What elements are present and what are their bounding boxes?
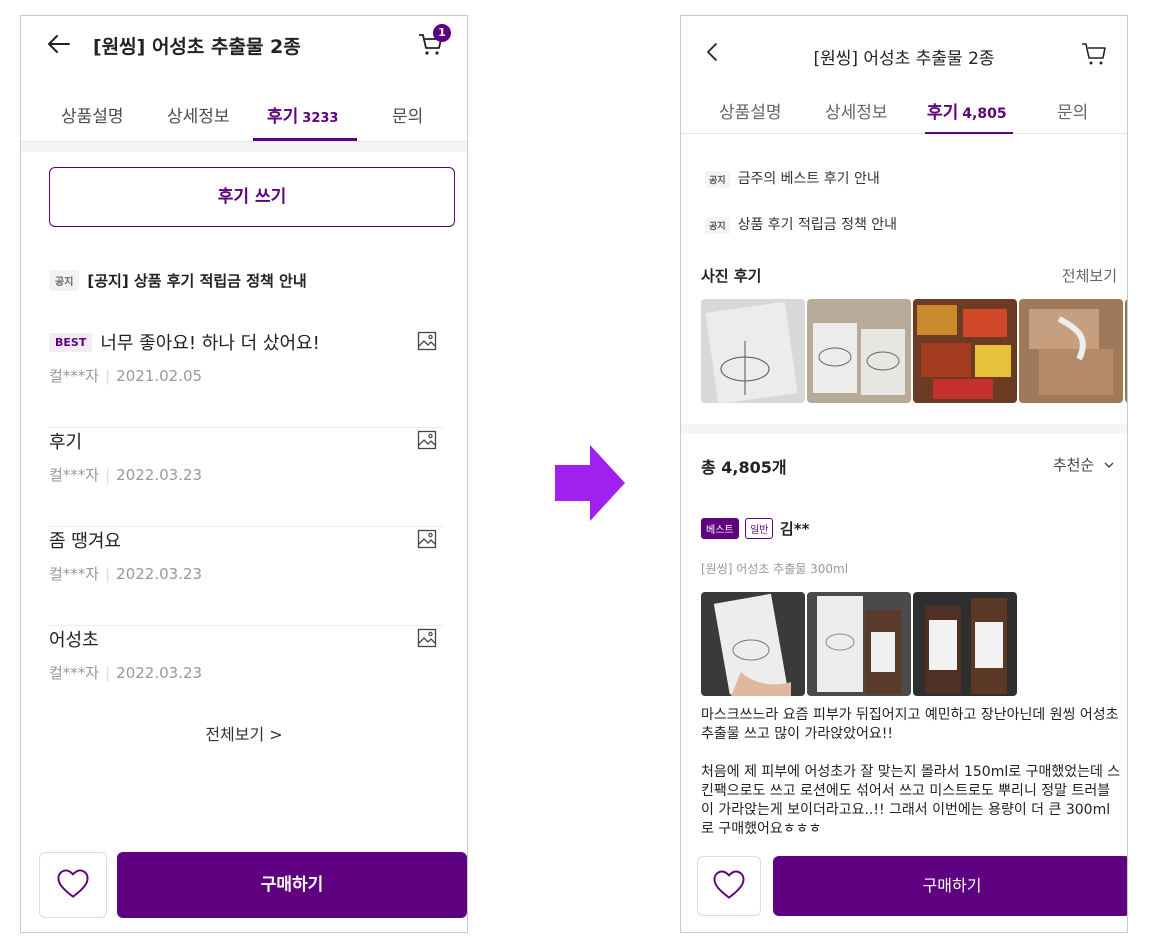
tab-details[interactable]: 상세정보 [825,98,888,123]
cart-button[interactable]: 1 [415,24,451,58]
photo-reviews-title: 사진 후기 [701,267,762,285]
review-author: 김** [779,520,810,538]
write-review-button[interactable]: 후기 쓰기 [49,167,455,227]
right-screen: [원씽] 어성초 추출물 2종 상품설명 상세정보 후기 4,805 문의 공지 금… [680,15,1128,933]
review-photo[interactable] [913,592,1017,696]
review-header: 베스트 일반 김** [701,518,809,539]
left-screen: [원씽] 어성초 추출물 2종 1 상품설명 상세정보 후기 3233 문의 후기… [20,15,468,933]
sort-dropdown[interactable]: 추천순 [1053,454,1115,475]
divider [681,424,1127,434]
photo-icon [417,331,437,351]
review-total: 총 4,805개 [701,458,787,477]
tab-reviews[interactable]: 후기 3233 [267,102,338,127]
tab-description[interactable]: 상품설명 [719,98,782,123]
divider [21,142,467,152]
review-photos [701,592,1019,696]
transition-arrow-icon [555,445,625,521]
review-body: 마스크쓰느라 요즘 피부가 뒤집어지고 예민하고 장난아닌데 원씽 어성초 추출… [701,707,1121,837]
notice-item[interactable]: 공지 상품 후기 적립금 정책 안내 [705,214,897,234]
back-arrow-icon[interactable] [45,30,73,58]
bottom-bar: 구매하기 [681,850,1127,932]
photo-icon [417,430,437,450]
bottom-bar: 구매하기 [21,842,467,932]
notice-tag: 공지 [705,170,730,188]
tab-description[interactable]: 상품설명 [61,102,124,127]
best-badge: 베스트 [701,518,739,539]
tab-bar: 상품설명 상세정보 후기 4,805 문의 [681,94,1127,134]
review-photo[interactable] [807,592,911,696]
chevron-down-icon [1104,462,1114,468]
tab-inquiry[interactable]: 문의 [1057,98,1088,123]
review-row[interactable]: 후기 컬***자 | 2022.03.23 [49,428,443,527]
review-row[interactable]: 좀 땡겨요 컬***자 | 2022.03.23 [49,527,443,626]
photo-icon [417,628,437,648]
page-title: [원씽] 어성초 추출물 2종 [93,36,301,58]
review-photo[interactable] [807,299,911,403]
buy-button[interactable]: 구매하기 [117,852,467,918]
wishlist-button[interactable] [39,852,107,918]
notice-item[interactable]: 공지 금주의 베스트 후기 안내 [705,168,880,188]
tab-details[interactable]: 상세정보 [167,102,230,127]
cart-count-badge: 1 [433,24,451,42]
heart-icon [57,869,89,898]
review-photo[interactable] [1125,299,1127,403]
tab-inquiry[interactable]: 문의 [392,102,423,127]
active-tab-indicator [253,138,357,141]
notice-tag: 공지 [705,216,730,234]
heart-icon [713,870,745,899]
review-photo[interactable] [701,299,805,403]
review-photo[interactable] [913,299,1017,403]
tab-bar: 상품설명 상세정보 후기 3233 문의 [21,88,467,142]
best-badge: BEST [49,333,93,352]
notice-item[interactable]: 공지 [공지] 상품 후기 적립금 정책 안내 [49,270,443,291]
review-photo[interactable] [701,592,805,696]
notice-tag: 공지 [49,270,80,291]
review-photo[interactable] [1019,299,1123,403]
header: [원씽] 어성초 추출물 2종 1 [21,16,467,76]
tab-reviews[interactable]: 후기 4,805 [927,98,1007,123]
photo-review-strip[interactable] [701,299,1127,403]
review-product: [원씽] 어성초 추출물 300ml [701,562,849,576]
review-row[interactable]: BEST 너무 좋아요! 하나 더 샀어요! 컬***자 | 2021.02.05 [49,329,443,428]
photo-reviews-view-all[interactable]: 전체보기 [1062,265,1117,286]
photo-icon [417,529,437,549]
review-row[interactable]: 어성초 컬***자 | 2022.03.23 [49,626,443,725]
page-title: [원씽] 어성초 추출물 2종 [813,49,995,69]
active-tab-indicator [925,132,1013,134]
buy-button[interactable]: 구매하기 [773,856,1127,916]
cart-icon[interactable] [1079,38,1109,68]
wishlist-button[interactable] [697,856,761,916]
normal-badge: 일반 [745,518,774,539]
view-all-link[interactable]: 전체보기 > [21,721,467,745]
